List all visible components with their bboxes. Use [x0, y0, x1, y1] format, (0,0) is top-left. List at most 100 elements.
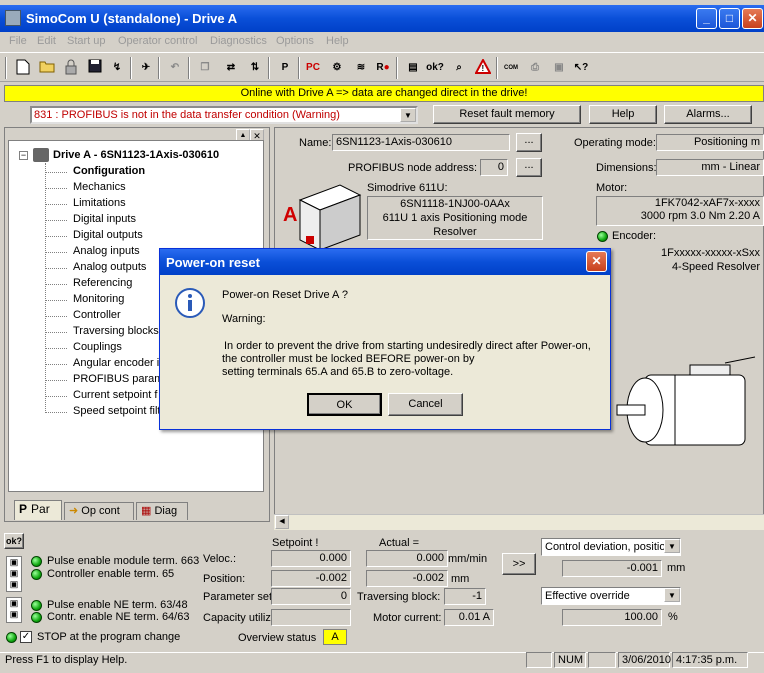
dialog-titlebar: Power-on reset ✕ — [160, 249, 610, 275]
cancel-button[interactable]: Cancel — [388, 393, 463, 416]
download-icon[interactable]: ⇅ — [246, 59, 264, 77]
print-preview-icon[interactable]: ▣ — [550, 59, 568, 77]
override-select[interactable]: Effective override ▼ — [541, 587, 681, 605]
menu-options[interactable]: Options — [276, 35, 314, 47]
transfer-icon[interactable]: ⇄ — [222, 59, 240, 77]
velocity-setpoint-field: 0.000 — [271, 550, 351, 567]
search-icon[interactable]: ⌕ — [450, 59, 468, 77]
terminal-ne-icon: ▣ ▣ — [6, 597, 22, 623]
warning-icon[interactable]: ! — [474, 57, 492, 77]
tree-item-digital-inputs[interactable]: Digital inputs — [73, 213, 136, 225]
tree-item-analog-inputs[interactable]: Analog inputs — [73, 245, 140, 257]
tree-item-digital-outputs[interactable]: Digital outputs — [73, 229, 143, 241]
online-banner: Online with Drive A => data are changed … — [4, 85, 764, 102]
chevron-down-icon[interactable]: ▼ — [400, 108, 416, 122]
dimensions-field[interactable]: mm - Linear — [656, 159, 764, 176]
lock-icon[interactable] — [62, 59, 80, 77]
new-file-icon[interactable] — [14, 59, 32, 77]
fault-select[interactable]: 831 : PROFIBUS is not in the data transf… — [30, 106, 418, 124]
operating-mode-label: Operating mode: — [574, 137, 656, 149]
toolbar: ↯ ✈ ↶ ❐ ⇄ ⇅ P PC ⚙ ≋ R● ▤ ok? ⌕ ! COM ⎙ … — [0, 52, 764, 82]
simodrive-label: Simodrive 611U: — [367, 182, 448, 194]
print-icon[interactable]: ⎙ — [526, 59, 544, 77]
window-titlebar: SimoCom U (standalone) - Drive A _ □ ✕ — [0, 5, 764, 32]
undo-icon[interactable]: ↶ — [166, 59, 184, 77]
close-button[interactable]: ✕ — [742, 8, 763, 29]
help-button[interactable]: Help — [589, 105, 657, 124]
motor-current-label: Motor current: — [373, 612, 442, 624]
collapse-icon[interactable]: − — [19, 151, 28, 160]
minimize-button[interactable]: _ — [696, 8, 717, 29]
tree-item-couplings[interactable]: Couplings — [73, 341, 122, 353]
menu-diagnostics[interactable]: Diagnostics — [210, 35, 267, 47]
tab-par[interactable]: P Par — [14, 500, 62, 520]
num-lock-indicator: NUM — [554, 652, 586, 668]
menu-edit[interactable]: Edit — [37, 35, 56, 47]
com-port-icon[interactable]: COM — [502, 59, 520, 77]
menu-start-up[interactable]: Start up — [67, 35, 106, 47]
horizontal-scrollbar[interactable] — [274, 514, 764, 530]
settings-icon[interactable]: ⚙ — [328, 59, 346, 77]
control-deviation-select[interactable]: Control deviation, positio ▼ — [541, 538, 681, 556]
pc-icon[interactable]: PC — [304, 59, 322, 77]
menu-help[interactable]: Help — [326, 35, 349, 47]
name-field[interactable]: 6SN1123-1Axis-030610 — [332, 134, 510, 151]
ok-check-icon[interactable]: ok? — [426, 59, 444, 77]
dialog-close-button[interactable]: ✕ — [586, 251, 607, 272]
position-unit: mm — [451, 573, 470, 585]
status-time: 4:17:35 p.m. — [672, 652, 748, 668]
context-help-icon[interactable]: ↖? — [572, 59, 590, 77]
parameter-list-icon[interactable]: ▤ — [404, 59, 422, 77]
drive-letter: A — [283, 204, 298, 226]
ok-button[interactable]: OK — [307, 393, 382, 416]
tree-item-configuration[interactable]: Configuration — [73, 165, 145, 177]
tune-icon[interactable]: ≋ — [352, 59, 370, 77]
operating-mode-field[interactable]: Positioning m — [656, 134, 764, 151]
tree-item-profibus[interactable]: PROFIBUS paramet — [73, 373, 173, 385]
tree-item-traversing-blocks[interactable]: Traversing blocks — [73, 325, 159, 337]
menu-operator-control[interactable]: Operator control — [118, 35, 197, 47]
tree-item-controller[interactable]: Controller — [73, 309, 121, 321]
save-icon[interactable] — [86, 59, 104, 77]
dialog-title: Power-on reset — [166, 255, 260, 270]
tree-item-current-setpoint[interactable]: Current setpoint f — [73, 389, 157, 401]
pulse-enable-module-label: Pulse enable module term. 663 — [47, 555, 200, 567]
tab-op-cont-label: Op cont — [81, 505, 120, 517]
control-deviation-select-value: Control deviation, positio — [545, 541, 666, 553]
tree-item-mechanics[interactable]: Mechanics — [73, 181, 126, 193]
reset-fault-memory-button[interactable]: Reset fault memory — [433, 105, 581, 124]
name-browse-button[interactable]: ... — [516, 133, 542, 152]
status-help-text: Press F1 to display Help. — [5, 654, 128, 666]
ok-check-button[interactable]: ok? — [4, 533, 24, 549]
alarms-button[interactable]: Alarms... — [664, 105, 752, 124]
record-icon[interactable]: R● — [374, 59, 392, 77]
tab-op-cont[interactable]: ➜ Op cont — [64, 502, 134, 520]
save-drive-icon[interactable]: ↯ — [108, 59, 126, 77]
tree-item-analog-outputs[interactable]: Analog outputs — [73, 261, 146, 273]
stop-checkbox[interactable]: ✓ — [20, 631, 32, 643]
chevron-down-icon[interactable]: ▼ — [664, 539, 680, 553]
tree-item-referencing[interactable]: Referencing — [73, 277, 132, 289]
velocity-label: Veloc.: — [203, 553, 237, 565]
chevron-down-icon[interactable]: ▼ — [664, 588, 680, 602]
profibus-browse-button[interactable]: ... — [516, 158, 542, 177]
menu-file[interactable]: File — [9, 35, 27, 47]
profibus-address-field[interactable]: 0 — [480, 159, 508, 176]
connect-icon[interactable]: ✈ — [137, 59, 155, 77]
tree-item-angular-encoder[interactable]: Angular encoder in — [73, 357, 165, 369]
tree-item-speed-setpoint[interactable]: Speed setpoint filt — [73, 405, 160, 417]
more-button[interactable]: >> — [502, 553, 536, 575]
dialog-text-line-3: setting terminals 65.A and 65.B to zero-… — [222, 366, 454, 378]
tree-item-monitoring[interactable]: Monitoring — [73, 293, 124, 305]
tree-item-limitations[interactable]: Limitations — [73, 197, 126, 209]
actual-header: Actual = — [379, 537, 420, 549]
capacity-bar — [271, 609, 351, 626]
p-mode-icon[interactable]: P — [276, 59, 294, 77]
copy-icon[interactable]: ❐ — [196, 59, 214, 77]
scroll-left-icon[interactable]: ◀ — [275, 515, 289, 529]
maximize-button[interactable]: □ — [719, 8, 740, 29]
pulse-enable-ne-label: Pulse enable NE term. 63/48 — [47, 599, 188, 611]
tab-diag[interactable]: ▦ Diag — [136, 502, 188, 520]
tree-root[interactable]: Drive A - 6SN1123-1Axis-030610 — [53, 149, 219, 161]
open-folder-icon[interactable] — [38, 59, 56, 77]
